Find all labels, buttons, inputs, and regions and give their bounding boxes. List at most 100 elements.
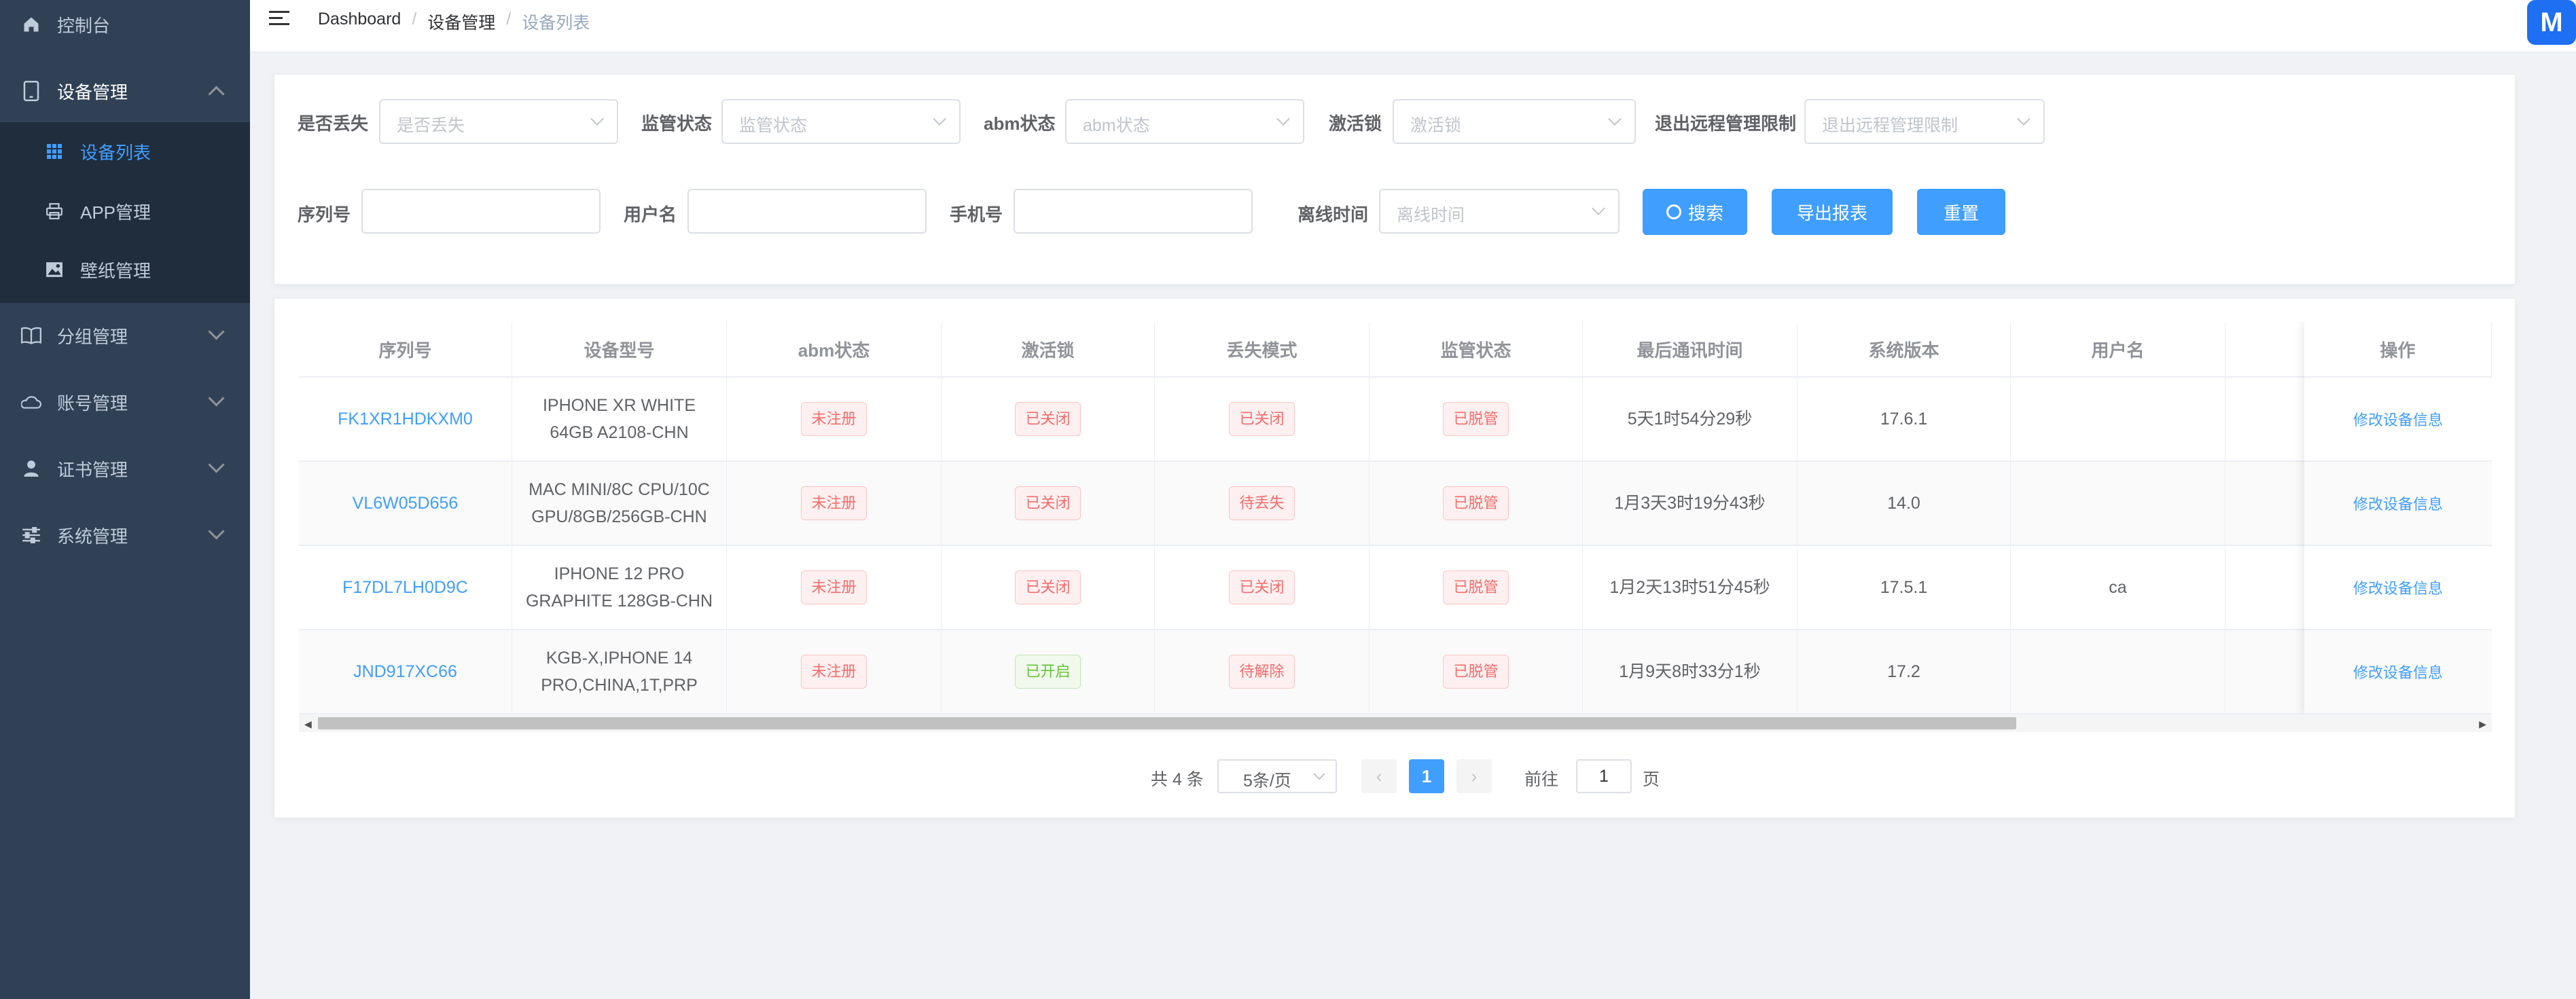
edit-device-link[interactable]: 修改设备信息 [2304,378,2492,462]
top-navbar: Dashboard / 设备管理 / 设备列表 M [250,0,2576,52]
sidebar-item-dashboard[interactable]: 控制台 [0,0,250,57]
abm-cell: 未注册 [727,462,942,545]
edit-device-link[interactable]: 修改设备信息 [2304,462,2492,546]
status-badge: 已关闭 [1015,486,1081,520]
serial-link[interactable]: F17DL7LH0D9C [299,546,512,629]
fixed-actions-column: 操作 修改设备信息 修改设备信息 修改设备信息 修改设备信息 [2304,322,2492,714]
scroll-left-icon[interactable]: ◀ [304,719,312,730]
lost-label: 是否丢失 [298,113,369,134]
supervise-label: 监管状态 [641,113,713,134]
activation-label: 激活锁 [1329,113,1382,134]
sidebar-item-device-list[interactable]: 设备列表 [0,122,250,181]
supervise-select[interactable]: 监管状态 [721,99,961,144]
model-cell: KGB-X,IPHONE 14 PRO,CHINA,1T,PRP [512,630,727,713]
edit-device-link[interactable]: 修改设备信息 [2304,546,2492,630]
username-input[interactable] [687,189,927,234]
hamburger-icon[interactable] [269,11,289,29]
serial-link[interactable]: VL6W05D656 [299,462,512,545]
username-cell: ca [2011,546,2225,629]
status-badge: 未注册 [801,570,867,604]
sidebar-item-label: 账号管理 [57,393,128,414]
sidebar-item-app-management[interactable]: APP管理 [0,182,250,240]
page-jump-input[interactable]: 1 [1576,759,1632,793]
os-version-cell: 17.5.1 [1797,546,2011,629]
next-page-button[interactable]: › [1456,759,1492,793]
chevron-down-icon [208,390,225,407]
username-cell [2011,378,2225,460]
status-badge: 未注册 [801,402,867,436]
pagination: 共 4 条 5条/页 ‹ 1 › 前往 1 页 [274,759,2515,793]
col-header-lock: 激活锁 [942,322,1155,378]
search-button[interactable]: 搜索 [1643,189,1747,235]
serial-input[interactable] [361,189,601,234]
sidebar-item-label: 证书管理 [57,459,128,480]
lost-placeholder: 是否丢失 [397,116,465,135]
tablet-icon [20,80,42,102]
sidebar-item-device-management[interactable]: 设备管理 [0,58,250,124]
printer-icon [45,202,64,221]
username-label: 用户名 [624,204,677,225]
status-badge: 已脱管 [1443,655,1509,689]
status-badge: 已关闭 [1015,402,1081,436]
sidebar-item-label: 设备管理 [57,81,128,103]
scroll-right-icon[interactable]: ▶ [2479,719,2486,730]
lost-cell: 已关闭 [1155,546,1370,629]
sidebar-item-system-management[interactable]: 系统管理 [0,503,250,568]
reset-button[interactable]: 重置 [1917,189,2005,235]
sidebar-item-wallpaper-management[interactable]: 壁纸管理 [0,240,250,299]
chevron-down-icon [1608,112,1622,126]
activation-select[interactable]: 激活锁 [1393,99,1636,144]
device-table: 序列号 设备型号 abm状态 激活锁 丢失模式 监管状态 最后通讯时间 系统版本… [299,322,2492,732]
chevron-down-icon [208,523,225,540]
model-cell: IPHONE XR WHITE 64GB A2108-CHN [512,378,727,460]
status-badge: 待丢失 [1229,486,1295,520]
sidebar-item-certificate-management[interactable]: 证书管理 [0,436,250,501]
sidebar-item-label: 壁纸管理 [80,260,151,281]
col-header-actions: 操作 [2304,322,2492,378]
horizontal-scrollbar[interactable]: ◀ ▶ [299,714,2492,732]
page-suffix-label: 页 [1643,770,1660,789]
scrollbar-thumb[interactable] [318,717,2016,729]
status-badge: 已脱管 [1443,486,1509,520]
lost-select[interactable]: 是否丢失 [379,99,618,144]
grid-icon [45,142,64,161]
os-version-cell: 17.2 [1797,630,2011,713]
abm-select[interactable]: abm状态 [1065,99,1304,144]
page-size-select[interactable]: 5条/页 [1217,759,1337,793]
serial-link[interactable]: JND917XC66 [299,630,512,713]
supervise-cell: 已脱管 [1370,378,1583,460]
search-button-label: 搜索 [1687,202,1723,223]
chevron-down-icon [1313,768,1325,780]
page-size-value: 5条/页 [1243,771,1291,791]
lost-cell: 待解除 [1155,630,1370,713]
serial-link[interactable]: FK1XR1HDKXM0 [299,378,512,460]
edit-device-link[interactable]: 修改设备信息 [2304,630,2492,714]
username-cell [2011,630,2225,713]
sidebar-item-label: 控制台 [57,15,111,36]
logo-text: M [2540,7,2563,37]
sidebar: 控制台 设备管理 设备列表 APP管理 壁纸管理 分组管理 账号管理 证书管理 … [0,0,250,999]
os-version-cell: 17.6.1 [1797,378,2011,460]
search-icon [1666,204,1681,219]
offline-select[interactable]: 离线时间 [1379,189,1620,234]
remote-placeholder: 退出远程管理限制 [1822,116,1958,135]
col-header-model: 设备型号 [512,322,727,378]
sidebar-item-label: 设备列表 [80,142,151,163]
remote-select[interactable]: 退出远程管理限制 [1804,99,2045,144]
export-button[interactable]: 导出报表 [1772,189,1893,235]
serial-label: 序列号 [298,204,351,225]
model-cell: IPHONE 12 PRO GRAPHITE 128GB-CHN [512,546,727,629]
lock-cell: 已关闭 [942,546,1155,629]
chevron-down-icon [933,112,946,126]
phone-input[interactable] [1014,189,1253,234]
sidebar-item-account-management[interactable]: 账号管理 [0,369,250,435]
page-number-button[interactable]: 1 [1409,759,1444,793]
username-cell [2011,462,2225,545]
cloud-icon [20,391,42,413]
breadcrumb-root[interactable]: Dashboard [318,10,401,34]
prev-page-button[interactable]: ‹ [1361,759,1397,793]
sidebar-item-group-management[interactable]: 分组管理 [0,303,250,368]
chevron-down-icon [1276,112,1290,126]
status-badge: 已开启 [1015,655,1081,689]
lock-cell: 已关闭 [942,378,1155,460]
